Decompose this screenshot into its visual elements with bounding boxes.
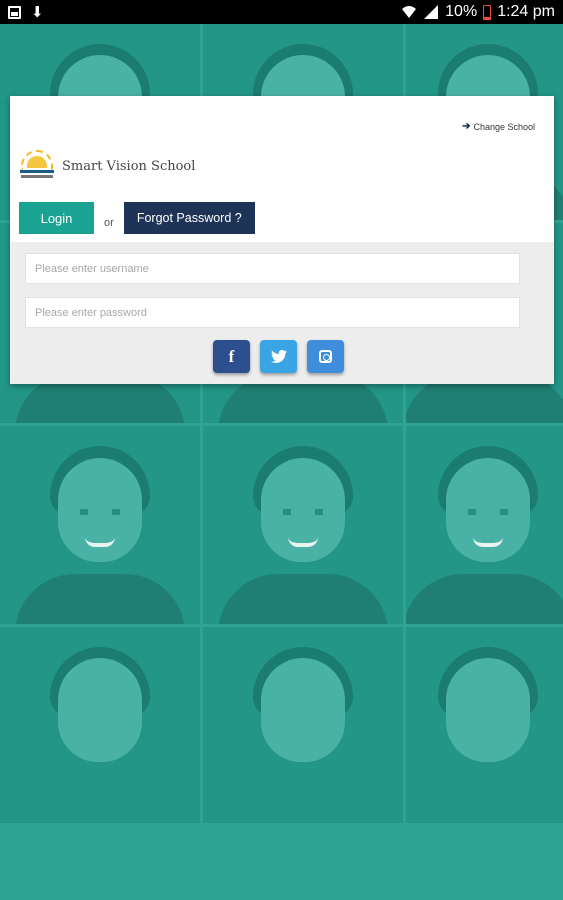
status-right: 10% 1:24 pm — [401, 3, 555, 21]
action-row: Login or Forgot Password ? — [19, 202, 255, 234]
twitter-icon — [270, 350, 287, 363]
battery-low-icon — [483, 4, 492, 20]
arrow-right-icon: ➔ — [462, 121, 471, 132]
twitter-button[interactable] — [260, 340, 297, 373]
clock: 1:24 pm — [497, 3, 555, 20]
download-icon: ⬇ — [31, 3, 44, 21]
facebook-button[interactable]: f — [213, 340, 250, 373]
photo-tile — [203, 426, 403, 624]
change-school-label: Change School — [473, 121, 535, 132]
school-brand: Smart Vision School — [18, 150, 195, 182]
social-buttons: f — [213, 340, 344, 373]
signal-icon — [424, 5, 439, 19]
login-button[interactable]: Login — [19, 202, 94, 234]
photo-tile — [0, 627, 200, 823]
status-left: ⬇ — [8, 5, 44, 20]
battery-percent: 10% — [445, 3, 478, 20]
or-separator: or — [104, 217, 114, 229]
forgot-password-button[interactable]: Forgot Password ? — [123, 202, 255, 234]
photo-tile — [406, 426, 563, 624]
status-bar: ⬇ 10% 1:24 pm — [0, 0, 563, 24]
password-input[interactable] — [25, 297, 520, 328]
facebook-icon: f — [228, 346, 235, 366]
school-name: Smart Vision School — [62, 158, 196, 174]
username-input[interactable] — [25, 253, 520, 284]
school-logo — [18, 150, 56, 182]
change-school-link[interactable]: ➔ Change School — [462, 121, 535, 132]
photo-tile — [406, 627, 563, 823]
photo-tile — [203, 627, 403, 823]
instagram-button[interactable] — [307, 340, 344, 373]
instagram-icon — [319, 350, 332, 363]
image-icon — [8, 5, 21, 19]
photo-tile — [0, 426, 200, 624]
wifi-icon — [402, 6, 417, 18]
